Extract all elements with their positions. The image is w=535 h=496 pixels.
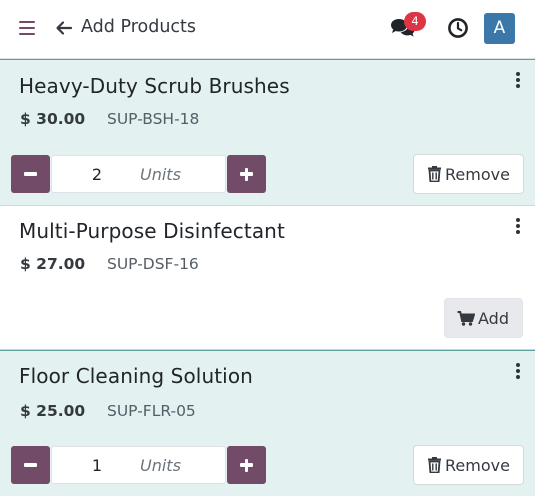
product-sku: SUP-DSF-16 (107, 255, 199, 273)
hamburger-menu-icon[interactable] (19, 21, 35, 35)
product-card[interactable]: Multi-Purpose Disinfectant $ 27.00 SUP-D… (0, 206, 535, 350)
unit-label: Units (140, 165, 181, 184)
remove-button[interactable]: Remove (413, 154, 524, 194)
add-button-label: Add (478, 309, 509, 328)
avatar[interactable]: A (484, 13, 515, 44)
product-card[interactable]: Heavy-Duty Scrub Brushes $ 30.00 SUP-BSH… (0, 59, 535, 206)
remove-button[interactable]: Remove (413, 445, 524, 485)
kebab-menu-icon[interactable] (509, 363, 527, 381)
product-sku: SUP-FLR-05 (107, 402, 196, 420)
product-name: Floor Cleaning Solution (19, 364, 253, 388)
quantity-value: 2 (91, 165, 103, 184)
top-bar: Add Products 4 A (0, 0, 535, 59)
product-price: $ 27.00 (20, 255, 86, 273)
page-title: Add Products (81, 17, 197, 37)
decrease-quantity-button[interactable] (11, 446, 50, 484)
clock-icon[interactable] (447, 17, 469, 39)
product-name: Heavy-Duty Scrub Brushes (19, 74, 290, 98)
add-button[interactable]: Add (444, 298, 523, 338)
product-price: $ 30.00 (20, 110, 86, 128)
quantity-input[interactable]: 1 Units (51, 446, 226, 484)
product-price: $ 25.00 (20, 402, 86, 420)
unit-label: Units (140, 456, 181, 475)
trash-icon (428, 457, 441, 473)
quantity-input[interactable]: 2 Units (51, 155, 226, 193)
product-name: Multi-Purpose Disinfectant (19, 219, 285, 243)
trash-icon (428, 166, 441, 182)
increase-quantity-button[interactable] (227, 446, 266, 484)
product-card[interactable]: Floor Cleaning Solution $ 25.00 SUP-FLR-… (0, 350, 535, 496)
quantity-value: 1 (91, 456, 103, 475)
remove-button-label: Remove (445, 456, 510, 475)
notification-badge: 4 (404, 12, 426, 31)
kebab-menu-icon[interactable] (509, 218, 527, 236)
product-sku: SUP-BSH-18 (107, 110, 200, 128)
kebab-menu-icon[interactable] (509, 72, 527, 90)
remove-button-label: Remove (445, 165, 510, 184)
decrease-quantity-button[interactable] (11, 155, 50, 193)
back-arrow-icon[interactable] (55, 19, 73, 37)
increase-quantity-button[interactable] (227, 155, 266, 193)
cart-icon (457, 311, 475, 326)
